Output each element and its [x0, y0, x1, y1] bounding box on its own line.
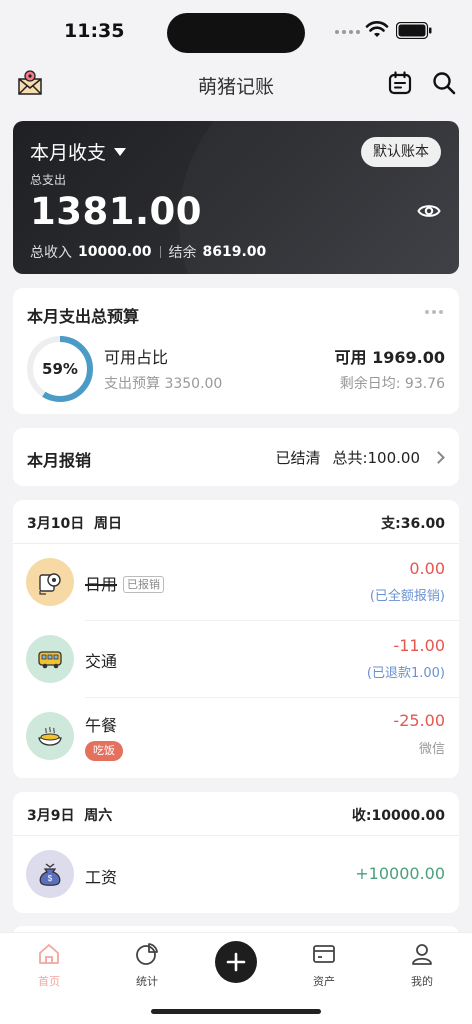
home-icon — [39, 944, 59, 964]
day-group: 3月10日 周日 支:36.00 日用 已报销 0.00 (已全额报销) 交通 … — [13, 500, 459, 778]
daily-average: 剩余日均: 93.76 — [339, 376, 445, 392]
search-icon[interactable] — [431, 70, 457, 96]
category-label: 日用 已报销 — [85, 571, 165, 595]
budget-percent: 59% — [42, 360, 78, 378]
income-amount: 10000.00 — [78, 244, 152, 260]
add-record-button[interactable] — [215, 941, 257, 983]
person-icon — [412, 944, 432, 965]
total-expense-label: 总支出 — [30, 173, 67, 187]
calendar-icon[interactable] — [387, 70, 413, 96]
available-ratio-label: 可用占比 — [104, 348, 169, 367]
navigation-bar: 萌猪记账 — [0, 64, 472, 104]
transaction-row[interactable]: 交通 -11.00 (已退款1.00) — [13, 621, 459, 698]
default-book-button[interactable]: 默认账本 — [361, 137, 441, 167]
tab-profile[interactable]: 我的 — [392, 941, 452, 989]
day-group: 3月9日 周六 收:10000.00 $ 工资 +10000.00 — [13, 792, 459, 913]
day-date: 3月9日 周六 — [27, 808, 113, 824]
dropdown-triangle-icon — [114, 147, 127, 156]
more-icon[interactable] — [425, 310, 443, 314]
income-label: 总收入 — [30, 245, 72, 261]
meal-icon — [26, 712, 74, 760]
tab-assets[interactable]: 资产 — [294, 941, 354, 989]
amount: -11.00 — [393, 636, 445, 655]
monthly-summary-card: 本月收支 默认账本 总支出 1381.00 总收入 10000.00 结余 86… — [13, 121, 459, 274]
tab-label: 首页 — [38, 975, 60, 988]
period-label: 本月收支 — [30, 142, 107, 164]
note: (已退款1.00) — [366, 666, 445, 681]
reimbursement-title: 本月报销 — [27, 451, 92, 470]
reimbursement-card[interactable]: 本月报销 已结清 总共:100.00 — [13, 428, 459, 486]
wifi-icon — [365, 21, 389, 37]
money-bag-icon: $ — [26, 850, 74, 898]
bus-icon — [26, 635, 74, 683]
dynamic-island — [167, 13, 305, 53]
plus-icon — [226, 952, 246, 972]
category-label: 午餐 — [85, 716, 118, 735]
eye-icon[interactable] — [417, 201, 441, 221]
reimbursed-tag: 已报销 — [123, 576, 165, 593]
period-selector[interactable]: 本月收支 — [30, 138, 127, 165]
tab-label: 统计 — [136, 975, 158, 988]
balance-label: 结余 — [168, 245, 197, 261]
tab-label: 我的 — [411, 975, 433, 988]
note: (已全额报销) — [369, 589, 445, 604]
payment-method: 微信 — [418, 742, 445, 757]
available-amount: 可用 1969.00 — [334, 348, 445, 367]
battery-icon — [396, 22, 432, 39]
home-indicator — [151, 1009, 321, 1014]
budget-amount: 支出预算 3350.00 — [104, 376, 223, 392]
income-balance-row: 总收入 10000.00 结余 8619.00 — [30, 242, 266, 262]
category-label: 交通 — [85, 652, 118, 671]
reimbursement-info: 已结清 总共:100.00 — [275, 447, 445, 468]
tab-statistics[interactable]: 统计 — [117, 941, 177, 989]
transaction-row[interactable]: 日用 已报销 0.00 (已全额报销) — [13, 544, 459, 621]
toilet-paper-icon — [26, 558, 74, 606]
reimbursement-status: 已结清 — [275, 449, 321, 467]
budget-title: 本月支出总预算 — [27, 307, 140, 326]
day-header: 3月10日 周日 支:36.00 — [13, 500, 459, 544]
day-summary: 支:36.00 — [381, 516, 445, 532]
status-bar: 11:35 — [0, 0, 472, 64]
balance-amount: 8619.00 — [202, 244, 267, 260]
budget-card[interactable]: 本月支出总预算 59% 可用占比 支出预算 3350.00 可用 1969.00… — [13, 288, 459, 414]
cellular-signal-icon — [335, 30, 360, 34]
category-label: 工资 — [85, 868, 118, 887]
day-date: 3月10日 周日 — [27, 516, 122, 532]
svg-text:$: $ — [48, 874, 53, 883]
card-icon — [313, 945, 335, 963]
chevron-right-icon — [432, 451, 445, 464]
transaction-row[interactable]: 午餐 吃饭 -25.00 微信 — [13, 698, 459, 775]
divider — [159, 246, 161, 258]
amount: +10000.00 — [355, 864, 445, 883]
transaction-row[interactable]: $ 工资 +10000.00 — [13, 836, 459, 913]
tab-home[interactable]: 首页 — [19, 941, 79, 989]
tab-label: 资产 — [313, 975, 335, 988]
reimbursement-total: 总共:100.00 — [332, 449, 420, 467]
total-expense-amount: 1381.00 — [30, 190, 203, 233]
meal-tag: 吃饭 — [85, 741, 123, 761]
pie-chart-icon — [136, 943, 158, 965]
day-summary: 收:10000.00 — [351, 808, 445, 824]
amount: 0.00 — [409, 559, 445, 578]
status-time: 11:35 — [64, 20, 125, 42]
amount: -25.00 — [393, 711, 445, 730]
day-header: 3月9日 周六 收:10000.00 — [13, 792, 459, 836]
